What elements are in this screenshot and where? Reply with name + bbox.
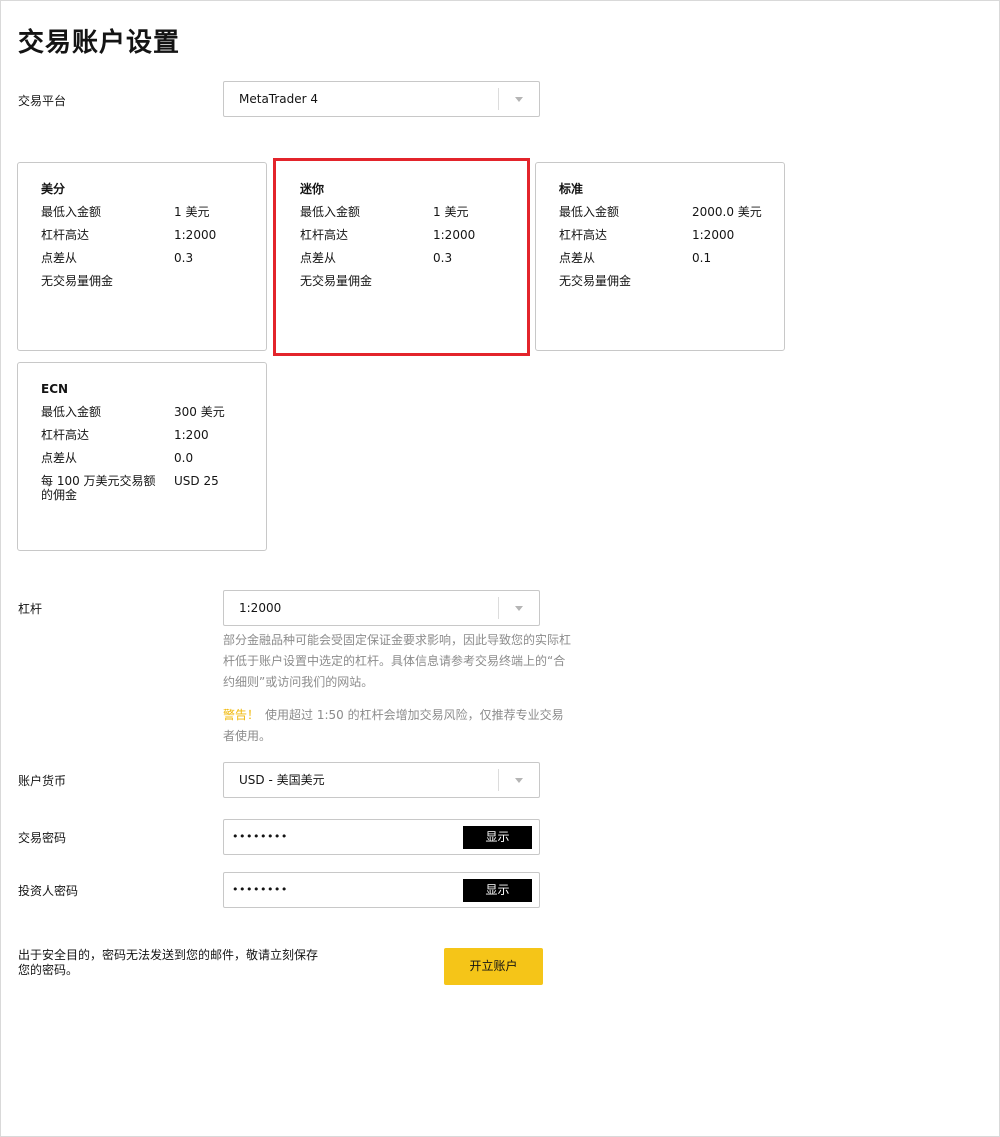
card-row-key: 最低入金额 xyxy=(41,405,102,419)
card-row-key: 点差从 xyxy=(300,251,337,265)
leverage-select-value: 1:2000 xyxy=(239,601,282,615)
card-row-key: 最低入金额 xyxy=(300,205,361,219)
card-row-value: 1 美元 xyxy=(174,205,210,219)
investor-password-value: •••••••• xyxy=(232,883,288,896)
card-row: 最低入金额 1 美元 xyxy=(300,205,517,219)
select-divider xyxy=(498,597,499,619)
warning-label: 警告！ xyxy=(223,708,260,722)
card-row: 最低入金额 1 美元 xyxy=(41,205,256,219)
card-row-value: 2000.0 美元 xyxy=(692,205,762,219)
currency-select-value: USD - 美国美元 xyxy=(239,773,325,787)
leverage-warning: 警告！ 使用超过 1:50 的杠杆会增加交易风险，仅推荐专业交易者使用。 xyxy=(223,705,573,747)
select-divider xyxy=(498,88,499,110)
account-type-card-cent[interactable]: 美分 最低入金额 1 美元 杠杆高达 1:2000 点差从 0.3 无交易量佣金 xyxy=(17,162,267,351)
card-row: 每 100 万美元交易额的佣金 USD 25 xyxy=(41,474,256,502)
card-title: 美分 xyxy=(41,182,66,196)
leverage-select[interactable]: 1:2000 xyxy=(223,590,540,626)
chevron-down-icon xyxy=(515,778,523,783)
account-type-card-ecn[interactable]: ECN 最低入金额 300 美元 杠杆高达 1:200 点差从 0.0 每 10… xyxy=(17,362,267,551)
page-title: 交易账户设置 xyxy=(18,28,181,58)
card-row: 杠杆高达 1:2000 xyxy=(300,228,517,242)
show-investor-password-button[interactable]: 显示 xyxy=(463,879,532,902)
trading-password-field[interactable]: •••••••• 显示 xyxy=(223,819,540,855)
chevron-down-icon xyxy=(515,606,523,611)
card-row-key: 点差从 xyxy=(41,451,78,465)
card-row: 最低入金额 2000.0 美元 xyxy=(559,205,774,219)
leverage-help-text: 部分金融品种可能会受固定保证金要求影响，因此导致您的实际杠杆低于账户设置中选定的… xyxy=(223,633,572,689)
show-trading-password-button[interactable]: 显示 xyxy=(463,826,532,849)
select-divider xyxy=(498,769,499,791)
card-row-value: 1:2000 xyxy=(174,228,217,242)
card-row-value: 0.3 xyxy=(433,251,453,265)
card-row-key: 点差从 xyxy=(559,251,596,265)
card-row: 最低入金额 300 美元 xyxy=(41,405,256,419)
card-row-key: 杠杆高达 xyxy=(559,228,608,242)
card-row-value: 1:2000 xyxy=(692,228,735,242)
card-row-value: 1 美元 xyxy=(433,205,469,219)
leverage-label: 杠杆 xyxy=(18,602,43,616)
investor-password-field[interactable]: •••••••• 显示 xyxy=(223,872,540,908)
investor-password-label: 投资人密码 xyxy=(18,884,79,898)
card-row: 点差从 0.3 xyxy=(300,251,517,265)
platform-label: 交易平台 xyxy=(18,94,67,108)
currency-label: 账户货币 xyxy=(18,774,67,788)
card-row-value: 0.3 xyxy=(174,251,194,265)
card-row-key: 杠杆高达 xyxy=(41,428,90,442)
card-row: 点差从 0.1 xyxy=(559,251,774,265)
trading-password-value: •••••••• xyxy=(232,830,288,843)
card-row-value: 1:2000 xyxy=(433,228,476,242)
security-note: 出于安全目的，密码无法发送到您的邮件，敬请立刻保存您的密码。 xyxy=(18,948,319,977)
card-row: 点差从 0.3 xyxy=(41,251,256,265)
card-note: 无交易量佣金 xyxy=(300,274,373,288)
card-title: ECN xyxy=(41,382,69,396)
chevron-down-icon xyxy=(515,97,523,102)
account-type-card-standard[interactable]: 标准 最低入金额 2000.0 美元 杠杆高达 1:2000 点差从 0.1 无… xyxy=(535,162,785,351)
card-row-value: USD 25 xyxy=(174,474,219,488)
account-type-card-mini[interactable]: 迷你 最低入金额 1 美元 杠杆高达 1:2000 点差从 0.3 无交易量佣金 xyxy=(273,158,530,356)
platform-select-value: MetaTrader 4 xyxy=(239,92,319,106)
card-row-key: 点差从 xyxy=(41,251,78,265)
card-row: 杠杆高达 1:2000 xyxy=(559,228,774,242)
card-row-value: 1:200 xyxy=(174,428,209,442)
card-row-value: 0.0 xyxy=(174,451,194,465)
warning-text: 使用超过 1:50 的杠杆会增加交易风险，仅推荐专业交易者使用。 xyxy=(223,708,564,743)
open-account-button[interactable]: 开立账户 xyxy=(444,948,543,985)
trading-password-label: 交易密码 xyxy=(18,831,67,845)
platform-select[interactable]: MetaTrader 4 xyxy=(223,81,540,117)
card-title: 迷你 xyxy=(300,182,325,196)
currency-select[interactable]: USD - 美国美元 xyxy=(223,762,540,798)
card-title: 标准 xyxy=(559,182,584,196)
card-row-key: 杠杆高达 xyxy=(41,228,90,242)
card-row-key: 每 100 万美元交易额的佣金 xyxy=(41,474,156,502)
card-row: 点差从 0.0 xyxy=(41,451,256,465)
card-note: 无交易量佣金 xyxy=(41,274,114,288)
card-row-key: 最低入金额 xyxy=(559,205,620,219)
card-row-key: 最低入金额 xyxy=(41,205,102,219)
card-row: 杠杆高达 1:200 xyxy=(41,428,256,442)
card-row-value: 0.1 xyxy=(692,251,712,265)
card-row-value: 300 美元 xyxy=(174,405,225,419)
card-note: 无交易量佣金 xyxy=(559,274,632,288)
card-row: 杠杆高达 1:2000 xyxy=(41,228,256,242)
card-row-key: 杠杆高达 xyxy=(300,228,349,242)
